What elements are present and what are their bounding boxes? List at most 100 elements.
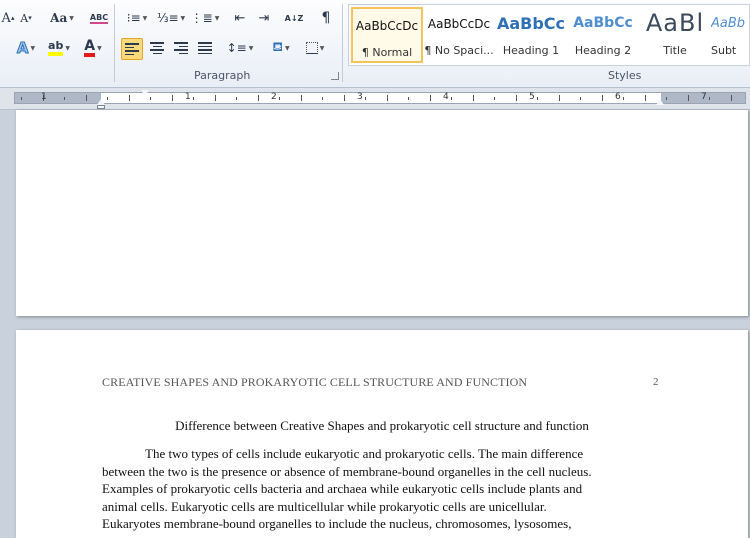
numbering-icon: ⅓≡ xyxy=(156,11,179,25)
ruler-tick xyxy=(85,95,87,101)
style-heading-2[interactable]: AaBbCc Heading 2 xyxy=(567,7,639,63)
body-line: between the two is the presence or absen… xyxy=(102,463,592,479)
multilevel-list-button[interactable]: ⋮≣ ▼ xyxy=(190,8,220,28)
style-heading-1[interactable]: AaBbCc Heading 1 xyxy=(495,7,567,63)
body-line: Eukaryotes membrane-bound organelles to … xyxy=(102,516,572,531)
justify-button[interactable] xyxy=(194,38,216,58)
grow-font-button[interactable]: A ▴ xyxy=(0,8,16,28)
pilcrow-icon: ¶ xyxy=(321,10,331,26)
ruler-number: 3 xyxy=(357,92,363,102)
shading-button[interactable]: ⛾ ▼ xyxy=(266,38,296,58)
style-name: Title xyxy=(663,44,687,57)
ruler-tick xyxy=(365,97,366,100)
align-center-icon xyxy=(150,42,164,54)
page-header-text: CREATIVE SHAPES AND PROKARYOTIC CELL STR… xyxy=(102,375,528,389)
style-subtitle[interactable]: AaBb Subt xyxy=(711,7,750,63)
ruler-tick xyxy=(343,95,345,101)
ruler-left-margin xyxy=(15,93,101,103)
style-sample: AaBbCcDc xyxy=(355,19,419,33)
align-right-button[interactable] xyxy=(170,38,192,58)
line-spacing-icon: ↕≡ xyxy=(226,41,247,55)
bullets-button[interactable]: ⁝≡ ▼ xyxy=(122,8,152,28)
document-title[interactable]: Difference between Creative Shapes and p… xyxy=(102,418,662,434)
group-separator xyxy=(342,4,343,82)
show-formatting-marks-button[interactable]: ¶ xyxy=(316,8,336,28)
align-left-button[interactable] xyxy=(121,38,143,60)
align-center-button[interactable] xyxy=(146,38,168,58)
body-line: animal cells. Eukaryotic cells are multi… xyxy=(102,498,547,514)
style-title[interactable]: AaBl Title xyxy=(639,7,711,63)
change-case-icon: Aa xyxy=(50,11,68,25)
text-effects-icon: A xyxy=(16,39,29,58)
style-name: ¶ Normal xyxy=(361,46,413,59)
document-body[interactable]: The two types of cells include eukaryoti… xyxy=(102,445,647,533)
ruler-tick xyxy=(601,95,603,101)
style-normal[interactable]: AaBbCcDc ¶ Normal xyxy=(351,7,423,63)
borders-icon xyxy=(305,42,318,54)
ruler-tick xyxy=(687,95,689,101)
clear-formatting-icon: ABC xyxy=(89,12,109,24)
ruler-bar: 1 1 2 3 4 5 6 7 xyxy=(14,92,746,104)
style-name: ¶ No Spaci... xyxy=(424,44,494,57)
ruler-tick xyxy=(515,95,517,101)
line-spacing-button[interactable]: ↕≡ ▼ xyxy=(226,38,254,58)
increase-indent-button[interactable]: ⇥ xyxy=(254,8,274,28)
left-indent-marker[interactable] xyxy=(97,105,105,109)
shrink-font-icon: A xyxy=(20,11,29,25)
borders-button[interactable]: ▼ xyxy=(300,38,330,58)
ruler-tick xyxy=(429,95,431,101)
font-color-button[interactable]: A ▼ xyxy=(78,38,108,58)
ruler-tick xyxy=(451,97,452,100)
ruler-tick xyxy=(236,97,237,100)
paint-bucket-icon: ⛾ xyxy=(272,39,283,55)
numbering-button[interactable]: ⅓≡ ▼ xyxy=(156,8,186,28)
ruler-tick xyxy=(64,97,65,100)
ruler-number: 5 xyxy=(529,92,535,102)
right-indent-marker[interactable] xyxy=(656,99,664,105)
first-line-indent-marker[interactable] xyxy=(141,90,149,96)
ruler-tick xyxy=(300,95,302,101)
ruler-tick xyxy=(580,97,581,100)
horizontal-ruler[interactable]: 1 1 2 3 4 5 6 7 xyxy=(0,88,750,110)
body-line: The two types of cells include eukaryoti… xyxy=(145,446,584,461)
group-separator xyxy=(114,4,115,82)
bullets-icon: ⁝≡ xyxy=(126,11,141,25)
sort-button[interactable]: A↓Z xyxy=(282,8,306,28)
ruler-tick xyxy=(494,97,495,100)
ruler-number: 1 xyxy=(185,92,191,102)
style-no-spacing[interactable]: AaBbCcDc ¶ No Spaci... xyxy=(423,7,495,63)
increase-indent-icon: ⇥ xyxy=(258,10,270,26)
body-line: Examples of prokaryotic cells bacteria a… xyxy=(102,481,583,496)
ruler-number: 7 xyxy=(701,92,707,102)
ruler-tick xyxy=(171,95,173,101)
decrease-indent-button[interactable]: ⇤ xyxy=(230,8,250,28)
ruler-tick xyxy=(558,95,560,101)
sort-icon: A↓Z xyxy=(284,13,304,23)
justify-icon xyxy=(198,42,212,54)
clear-formatting-button[interactable]: ABC xyxy=(88,8,110,28)
decrease-indent-icon: ⇤ xyxy=(234,10,246,26)
style-sample: AaBl xyxy=(645,9,705,37)
ruler-tick xyxy=(214,95,216,101)
page-number: 2 xyxy=(653,376,659,388)
ribbon: A ▴ A ▾ Aa ▼ ABC A ▼ ab ▼ A ▼ ⁝≡ ▼ ⅓≡ ▼ ⋮≣ ▼ ⇤ ⇥ … xyxy=(0,0,750,88)
change-case-button[interactable]: Aa ▼ xyxy=(48,8,76,28)
ruler-tick xyxy=(279,97,280,100)
style-sample: AaBbCcDc xyxy=(427,17,491,31)
align-left-icon xyxy=(125,43,139,55)
styles-gallery: AaBbCcDc ¶ Normal AaBbCcDc ¶ No Spaci...… xyxy=(348,4,750,66)
paragraph-dialog-launcher[interactable] xyxy=(331,72,339,80)
shrink-font-button[interactable]: A ▾ xyxy=(18,8,34,28)
ruler-tick xyxy=(623,97,624,100)
style-name: Heading 2 xyxy=(574,44,632,57)
text-effects-button[interactable]: A ▼ xyxy=(12,38,40,58)
ruler-tick xyxy=(408,97,409,100)
ruler-number: 1 xyxy=(41,92,47,102)
highlight-button[interactable]: ab ▼ xyxy=(44,38,74,58)
ruler-tick xyxy=(322,97,323,100)
paragraph-group-label: Paragraph xyxy=(194,69,251,82)
ruler-tick xyxy=(472,95,474,101)
ruler-number: 6 xyxy=(615,92,621,102)
document-page-previous[interactable] xyxy=(16,110,748,316)
styles-group-label: Styles xyxy=(608,69,642,82)
